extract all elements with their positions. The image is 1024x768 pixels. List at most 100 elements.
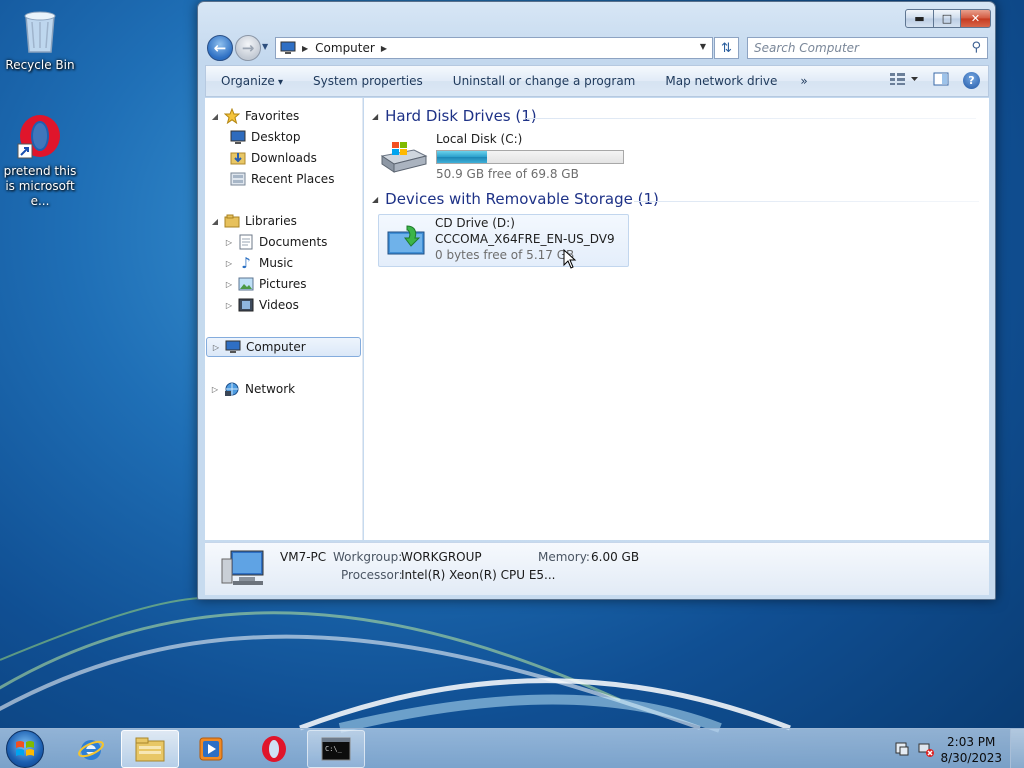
content-pane: ◢ Hard Disk Drives (1) Local Disk (C:) 5… [364, 98, 989, 540]
preview-pane-button[interactable] [933, 72, 949, 89]
explorer-window: ▬ □ ✕ ← → ▼ ▶ Computer ▶ ▼ ⇅ Search Comp… [197, 1, 996, 600]
view-controls: ? [889, 72, 980, 89]
nav-label-libraries: Libraries [245, 214, 297, 228]
maximize-icon: □ [941, 12, 953, 25]
clock[interactable]: 2:03 PM 8/30/2023 [940, 734, 1002, 766]
taskbar-opera[interactable] [245, 730, 303, 768]
documents-icon [238, 234, 254, 250]
expand-arrow-icon[interactable]: ▷ [211, 343, 221, 352]
search-box[interactable]: Search Computer ⚲ [747, 37, 988, 59]
expand-arrow-icon[interactable]: ▷ [224, 301, 234, 310]
drive-name: Local Disk (C:) [436, 132, 523, 146]
nav-item-music[interactable]: ▷ ♪ Music [224, 253, 293, 273]
nav-item-favorites[interactable]: ◢ Favorites [210, 106, 299, 126]
cd-drive-name: CD Drive (D:) [435, 216, 515, 230]
opera-icon [17, 115, 60, 159]
mouse-cursor-icon [563, 249, 577, 269]
help-icon[interactable]: ? [963, 72, 980, 89]
map-network-drive-button[interactable]: Map network drive [650, 74, 792, 88]
command-bar: Organize System properties Uninstall or … [205, 65, 989, 97]
taskbar: C:\_ 2:03 PM 8/30/2023 [0, 728, 1024, 768]
close-button[interactable]: ✕ [961, 9, 991, 28]
recent-pages-dropdown[interactable]: ▼ [262, 42, 268, 51]
star-icon [224, 108, 240, 124]
libraries-icon [224, 213, 240, 229]
breadcrumb-computer[interactable]: Computer [315, 41, 375, 55]
folder-icon [135, 737, 165, 762]
nav-label-videos: Videos [259, 298, 299, 312]
group-collapse-icon[interactable]: ◢ [372, 112, 378, 121]
collapse-arrow-icon[interactable]: ◢ [210, 112, 220, 121]
memory-value: 6.00 GB [591, 550, 640, 564]
desktop-opera-shortcut[interactable]: pretend this is microsoft e... [0, 112, 80, 209]
collapse-arrow-icon[interactable]: ◢ [210, 217, 220, 226]
action-center-icon[interactable] [894, 741, 910, 757]
nav-item-computer[interactable]: ▷ Computer [206, 337, 361, 357]
drive-cd-d[interactable]: CD Drive (D:) CCCOMA_X64FRE_EN-US_DV9 0 … [378, 214, 629, 267]
taskbar-command-prompt[interactable]: C:\_ [307, 730, 365, 768]
opera-shortcut-label: pretend this is microsoft e... [3, 164, 77, 208]
system-properties-button[interactable]: System properties [298, 74, 438, 88]
expand-arrow-icon[interactable]: ▷ [224, 238, 234, 247]
change-view-button[interactable] [889, 72, 919, 89]
nav-item-videos[interactable]: ▷ Videos [224, 295, 299, 315]
back-button[interactable]: ← [207, 35, 233, 61]
expand-arrow-icon[interactable]: ▷ [210, 385, 220, 394]
nav-label-computer: Computer [246, 340, 306, 354]
desktop-recycle-bin[interactable]: Recycle Bin [0, 6, 80, 73]
taskbar-internet-explorer[interactable] [62, 730, 120, 768]
recycle-bin-icon [24, 11, 56, 53]
close-icon: ✕ [970, 12, 981, 25]
address-bar[interactable]: ▶ Computer ▶ ▼ [275, 37, 713, 59]
computer-icon [280, 41, 296, 54]
refresh-button[interactable]: ⇅ [714, 37, 739, 59]
nav-label-network: Network [245, 382, 296, 396]
expand-arrow-icon[interactable]: ▷ [224, 280, 234, 289]
search-placeholder: Search Computer [754, 41, 859, 55]
nav-item-libraries[interactable]: ◢ Libraries [210, 211, 297, 231]
recent-places-icon [230, 171, 246, 187]
breadcrumb-expand-icon[interactable]: ▶ [381, 44, 387, 53]
navigation-pane: ◢ Favorites Desktop Downloads Recent Pla… [205, 98, 363, 540]
workgroup-value: WORKGROUP [401, 550, 482, 564]
group-label-hard-disks: Hard Disk Drives (1) [385, 107, 537, 125]
nav-item-desktop[interactable]: Desktop [226, 127, 301, 147]
minimize-button[interactable]: ▬ [905, 9, 934, 28]
organize-menu[interactable]: Organize [206, 74, 298, 88]
forward-arrow-icon: → [241, 39, 255, 57]
drive-local-disk-c[interactable]: Local Disk (C:) 50.9 GB free of 69.8 GB [380, 132, 640, 182]
pictures-icon [238, 276, 254, 292]
taskbar-windows-explorer[interactable] [121, 730, 179, 768]
network-disconnected-icon[interactable] [918, 741, 934, 757]
minimize-icon: ▬ [914, 12, 925, 25]
forward-button[interactable]: → [235, 35, 261, 61]
nav-label-music: Music [259, 256, 294, 270]
address-history-dropdown[interactable]: ▼ [700, 42, 706, 51]
processor-value: Intel(R) Xeon(R) CPU E5... [401, 568, 556, 582]
caption-buttons: ▬ □ ✕ [905, 9, 991, 28]
group-hard-disk-drives[interactable]: ◢ Hard Disk Drives (1) [372, 107, 537, 125]
computer-icon [225, 339, 241, 355]
search-icon[interactable]: ⚲ [971, 40, 981, 55]
more-commands-button[interactable]: » [792, 74, 815, 88]
drive-free-space: 50.9 GB free of 69.8 GB [436, 167, 579, 181]
group-divider [526, 118, 976, 119]
nav-item-pictures[interactable]: ▷ Pictures [224, 274, 307, 294]
breadcrumb-separator-icon[interactable]: ▶ [302, 44, 308, 53]
group-collapse-icon[interactable]: ◢ [372, 195, 378, 204]
nav-label-pictures: Pictures [259, 277, 307, 291]
pc-name: VM7-PC [280, 550, 327, 564]
taskbar-media-player[interactable] [182, 730, 240, 768]
expand-arrow-icon[interactable]: ▷ [224, 259, 234, 268]
uninstall-program-button[interactable]: Uninstall or change a program [438, 74, 651, 88]
maximize-button[interactable]: □ [934, 9, 961, 28]
start-button[interactable] [6, 730, 44, 768]
nav-item-network[interactable]: ▷ Network [210, 379, 295, 399]
clock-date: 8/30/2023 [940, 751, 1002, 765]
nav-item-downloads[interactable]: Downloads [226, 148, 317, 168]
group-removable-storage[interactable]: ◢ Devices with Removable Storage (1) [372, 190, 659, 208]
cd-drive-icon [387, 225, 425, 255]
show-desktop-button[interactable] [1010, 729, 1024, 768]
nav-item-documents[interactable]: ▷ Documents [224, 232, 327, 252]
nav-item-recent-places[interactable]: Recent Places [226, 169, 334, 189]
